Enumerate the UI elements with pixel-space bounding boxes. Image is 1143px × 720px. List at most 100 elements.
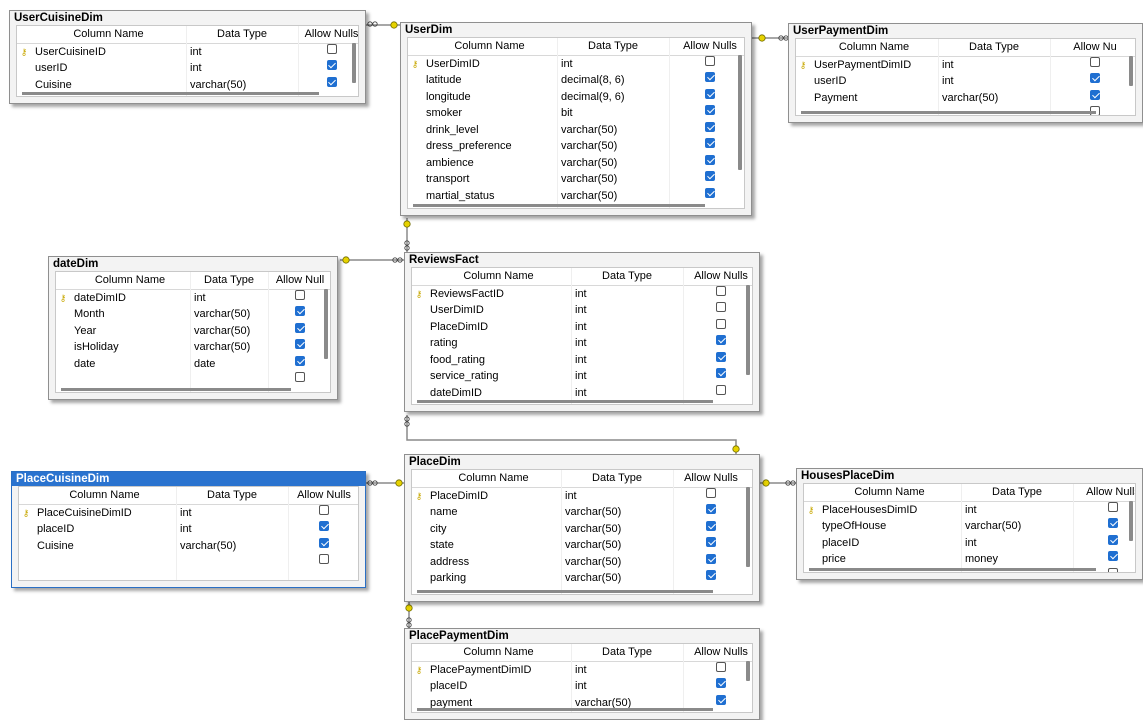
table-title[interactable]: ReviewsFact: [405, 253, 759, 267]
vertical-scrollbar[interactable]: [324, 289, 328, 359]
horizontal-scrollbar[interactable]: [417, 708, 713, 711]
table-row[interactable]: drink_level varchar(50): [408, 121, 744, 139]
allow-nulls-checkbox[interactable]: [319, 521, 329, 531]
table-row[interactable]: Year varchar(50): [56, 322, 330, 340]
allow-nulls-checkbox[interactable]: [716, 694, 726, 705]
table-row[interactable]: food_rating int: [412, 351, 752, 369]
horizontal-scrollbar[interactable]: [417, 590, 713, 593]
table-row[interactable]: PlaceDimID int: [412, 318, 752, 336]
allow-nulls-checkbox[interactable]: [716, 368, 726, 378]
allow-nulls-checkbox[interactable]: [716, 384, 726, 395]
table-row[interactable]: rating int: [412, 335, 752, 352]
table-row[interactable]: placeID int: [412, 678, 752, 695]
table-row[interactable]: Payment varchar(50): [796, 89, 1135, 107]
allow-nulls-checkbox[interactable]: [716, 678, 726, 688]
horizontal-scrollbar[interactable]: [417, 400, 713, 403]
allow-nulls-checkbox[interactable]: [295, 372, 305, 382]
allow-nulls-checkbox[interactable]: [1090, 89, 1100, 100]
table-title[interactable]: dateDim: [49, 257, 337, 271]
table-row[interactable]: userID int: [796, 73, 1135, 90]
horizontal-scrollbar[interactable]: [61, 388, 291, 391]
new-row[interactable]: [19, 554, 358, 571]
allow-nulls-checkbox[interactable]: [705, 72, 715, 82]
allow-nulls-checkbox[interactable]: [706, 537, 716, 547]
table-title[interactable]: HousesPlaceDim: [797, 469, 1142, 483]
table-datedim[interactable]: dateDim Column Name Data Type Allow Null ⚷ da…: [48, 256, 338, 400]
table-title[interactable]: PlacePaymentDim: [405, 629, 759, 643]
allow-nulls-checkbox[interactable]: [706, 570, 716, 580]
table-title[interactable]: PlaceCuisineDim: [12, 472, 365, 486]
table-row[interactable]: userID int: [17, 60, 358, 77]
allow-nulls-checkbox[interactable]: [295, 339, 305, 349]
vertical-scrollbar[interactable]: [1129, 501, 1133, 541]
allow-nulls-checkbox[interactable]: [705, 105, 715, 115]
allow-nulls-checkbox[interactable]: [706, 504, 716, 514]
allow-nulls-checkbox[interactable]: [326, 76, 337, 87]
table-row[interactable]: service_rating int: [412, 368, 752, 385]
table-reviewsfact[interactable]: ReviewsFact Column Name Data Type Allow Nul…: [404, 252, 760, 412]
allow-nulls-checkbox[interactable]: [295, 355, 305, 366]
table-placecuisinedim[interactable]: PlaceCuisineDim Column Name Data Type Allow…: [11, 471, 366, 588]
allow-nulls-checkbox[interactable]: [1108, 551, 1118, 561]
table-row[interactable]: smoker bit: [408, 105, 744, 122]
allow-nulls-checkbox[interactable]: [705, 187, 715, 198]
allow-nulls-checkbox[interactable]: [705, 121, 715, 132]
allow-nulls-checkbox[interactable]: [706, 553, 716, 564]
allow-nulls-checkbox[interactable]: [295, 306, 305, 316]
table-row[interactable]: parking varchar(50): [412, 570, 752, 587]
vertical-scrollbar[interactable]: [1129, 56, 1133, 86]
table-title[interactable]: UserDim: [401, 23, 751, 37]
table-housesplacedim[interactable]: HousesPlaceDim Column Name Data Type Allow …: [796, 468, 1143, 580]
table-row[interactable]: address varchar(50): [412, 553, 752, 571]
table-row[interactable]: dateDimID int: [412, 384, 752, 402]
horizontal-scrollbar[interactable]: [413, 204, 705, 207]
table-row[interactable]: ⚷ UserCuisineID int: [17, 43, 358, 61]
allow-nulls-checkbox[interactable]: [1090, 73, 1100, 83]
allow-nulls-checkbox[interactable]: [716, 661, 726, 672]
table-title[interactable]: UserCuisineDim: [10, 11, 365, 25]
table-row[interactable]: ⚷ PlaceHousesDimID int: [804, 501, 1135, 519]
table-row[interactable]: placeID int: [19, 521, 358, 538]
allow-nulls-checkbox[interactable]: [716, 335, 726, 345]
table-row[interactable]: transport varchar(50): [408, 171, 744, 188]
table-title[interactable]: PlaceDim: [405, 455, 759, 469]
table-row[interactable]: ⚷ UserDimID int: [408, 55, 744, 73]
allow-nulls-checkbox[interactable]: [705, 55, 715, 66]
allow-nulls-checkbox[interactable]: [1108, 534, 1118, 545]
table-usercuisinedim[interactable]: UserCuisineDim Column Name Data Type Allow …: [9, 10, 366, 104]
allow-nulls-checkbox[interactable]: [295, 289, 305, 300]
table-row[interactable]: price money: [804, 551, 1135, 568]
table-row[interactable]: ⚷ PlaceDimID int: [412, 487, 752, 505]
table-row[interactable]: martial_status varchar(50): [408, 187, 744, 205]
allow-nulls-checkbox[interactable]: [705, 88, 715, 99]
table-row[interactable]: ⚷ ReviewsFactID int: [412, 285, 752, 303]
horizontal-scrollbar[interactable]: [801, 111, 1096, 114]
allow-nulls-checkbox[interactable]: [319, 504, 329, 515]
table-row[interactable]: Month varchar(50): [56, 306, 330, 323]
allow-nulls-checkbox[interactable]: [326, 43, 337, 54]
allow-nulls-checkbox[interactable]: [1108, 518, 1118, 528]
table-placedim[interactable]: PlaceDim Column Name Data Type Allow Nulls ⚷…: [404, 454, 760, 602]
allow-nulls-checkbox[interactable]: [706, 520, 716, 531]
table-row[interactable]: placeID int: [804, 534, 1135, 552]
table-row[interactable]: name varchar(50): [412, 504, 752, 521]
allow-nulls-checkbox[interactable]: [1108, 567, 1118, 572]
horizontal-scrollbar[interactable]: [22, 92, 319, 95]
allow-nulls-checkbox[interactable]: [716, 285, 726, 296]
table-row[interactable]: date date: [56, 355, 330, 373]
allow-nulls-checkbox[interactable]: [716, 351, 726, 362]
table-placepaymentdim[interactable]: PlacePaymentDim Column Name Data Type Allow…: [404, 628, 760, 720]
allow-nulls-checkbox[interactable]: [705, 154, 715, 165]
allow-nulls-checkbox[interactable]: [295, 322, 305, 333]
table-row[interactable]: ⚷ dateDimID int: [56, 289, 330, 307]
vertical-scrollbar[interactable]: [746, 285, 750, 375]
allow-nulls-checkbox[interactable]: [319, 537, 329, 548]
vertical-scrollbar[interactable]: [738, 55, 742, 170]
table-userpaymentdim[interactable]: UserPaymentDim Column Name Data Type Allow …: [788, 23, 1143, 123]
new-row[interactable]: [56, 372, 330, 389]
vertical-scrollbar[interactable]: [746, 487, 750, 567]
allow-nulls-checkbox[interactable]: [319, 554, 329, 564]
horizontal-scrollbar[interactable]: [809, 568, 1096, 571]
allow-nulls-checkbox[interactable]: [716, 318, 726, 329]
table-row[interactable]: ⚷ UserPaymentDimID int: [796, 56, 1135, 74]
